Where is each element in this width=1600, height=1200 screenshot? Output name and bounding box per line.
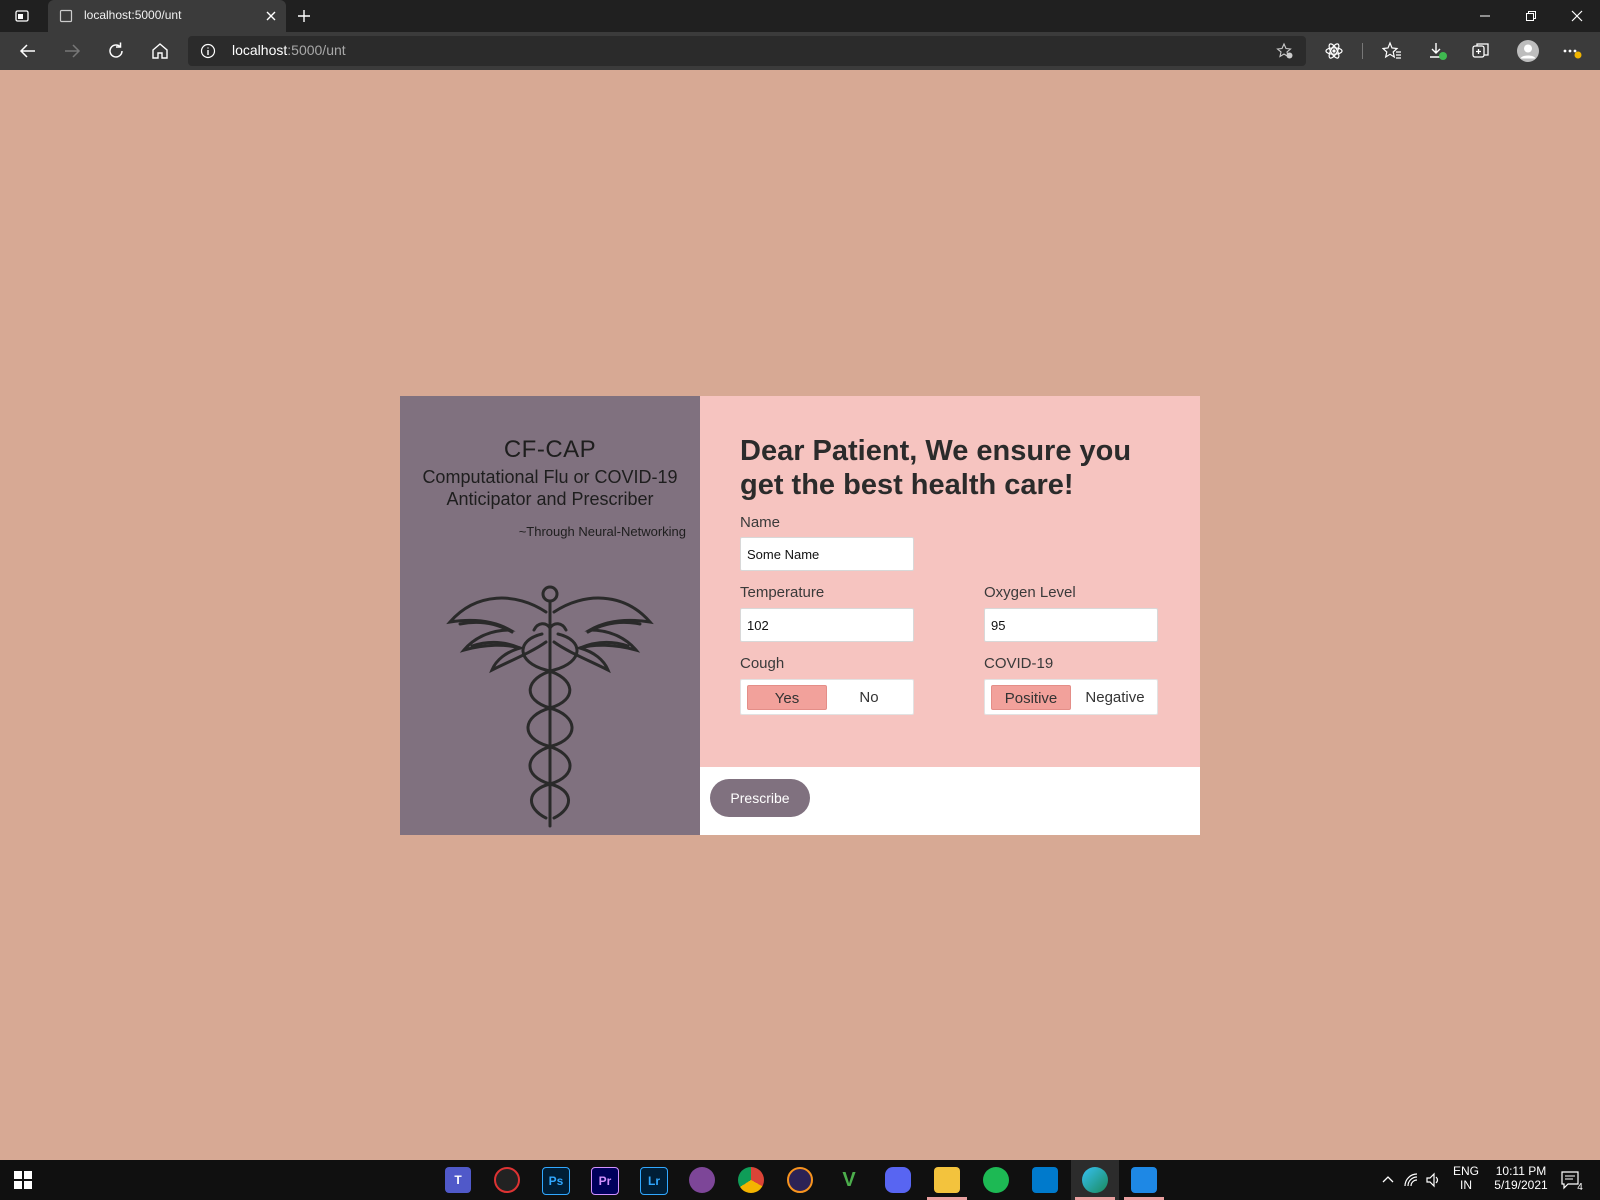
brand-title: CF-CAP [503, 436, 597, 463]
form-headline: Dear Patient, We ensure you get the best… [740, 435, 1132, 501]
file-explorer-icon[interactable] [934, 1167, 960, 1193]
page-favicon-icon [59, 9, 73, 23]
tab-title: localhost:5000/unt [84, 8, 182, 22]
form-panel: Dear Patient, We ensure you get the best… [700, 396, 1200, 767]
brand-tagline: ~Through Neural-Networking [518, 524, 686, 539]
extension-react-icon[interactable] [1324, 41, 1344, 61]
cough-no-option[interactable]: No [829, 685, 909, 710]
name-input[interactable] [740, 537, 914, 571]
browser-tab-bar: localhost:5000/unt [0, 0, 1600, 32]
settings-more-icon[interactable] [1562, 41, 1582, 61]
chrome-icon[interactable] [738, 1167, 764, 1193]
speedtest-icon[interactable] [494, 1167, 520, 1193]
brand-subtitle-line1: Computational Flu or COVID-19 [422, 467, 678, 487]
photoshop-label: Ps [548, 1174, 564, 1188]
network-icon[interactable] [1403, 1172, 1419, 1188]
minimize-icon [1480, 15, 1490, 17]
windows-taskbar: T Ps Pr Lr V ENG IN 10:11 PM 5/19/2021 4 [0, 1160, 1600, 1200]
home-icon[interactable] [150, 41, 170, 61]
temperature-input[interactable] [740, 608, 914, 642]
photoshop-icon[interactable]: Ps [542, 1167, 570, 1195]
refresh-icon[interactable] [106, 41, 126, 61]
close-window-button[interactable] [1554, 0, 1600, 32]
lightroom-icon[interactable]: Lr [640, 1167, 668, 1195]
cough-toggle: Yes No [740, 679, 914, 715]
minimize-button[interactable] [1462, 0, 1508, 32]
covid-toggle: Positive Negative [984, 679, 1158, 715]
temperature-label: Temperature [740, 584, 825, 601]
vim-icon[interactable]: V [836, 1167, 862, 1193]
toolbar-divider [1362, 43, 1363, 59]
brand-subtitle: Computational Flu or COVID-19 Anticipato… [400, 466, 700, 510]
windows-start-icon[interactable] [14, 1171, 32, 1189]
caduceus-icon [446, 585, 654, 828]
prescribe-button[interactable]: Prescribe [710, 779, 810, 817]
back-arrow-icon[interactable] [18, 41, 38, 61]
favorites-icon[interactable] [1382, 41, 1402, 61]
notification-count: 4 [1577, 1182, 1583, 1193]
language-indicator[interactable]: ENG IN [1450, 1164, 1482, 1192]
tab-actions-icon[interactable] [14, 8, 30, 24]
lightroom-label: Lr [648, 1174, 660, 1188]
forward-arrow-icon[interactable] [62, 41, 82, 61]
premiere-icon[interactable]: Pr [591, 1167, 619, 1195]
site-info-icon[interactable] [200, 43, 216, 59]
url-path: :5000/unt [287, 42, 346, 58]
clock[interactable]: 10:11 PM 5/19/2021 [1486, 1164, 1556, 1192]
collections-icon[interactable] [1471, 41, 1491, 61]
tab-close-icon[interactable] [264, 9, 278, 23]
restore-icon [1526, 11, 1536, 21]
covid-positive-option[interactable]: Positive [991, 685, 1071, 710]
name-label: Name [740, 514, 781, 531]
address-bar[interactable]: localhost:5000/unt [188, 36, 1306, 66]
discord-icon[interactable] [885, 1167, 911, 1193]
edge-icon[interactable] [1082, 1167, 1108, 1193]
cough-yes-option[interactable]: Yes [747, 685, 827, 710]
teams-icon[interactable]: T [445, 1167, 471, 1193]
eclipse-icon[interactable] [787, 1167, 813, 1193]
vscode-icon[interactable] [1032, 1167, 1058, 1193]
volume-icon[interactable] [1425, 1172, 1441, 1188]
language-label: ENG [1452, 1164, 1479, 1178]
url-text: localhost:5000/unt [232, 42, 346, 58]
clock-date: 5/19/2021 [1494, 1178, 1548, 1192]
profile-avatar-icon[interactable] [1516, 39, 1540, 63]
clock-time: 10:11 PM [1495, 1164, 1547, 1178]
brand-subtitle-line2: Anticipator and Prescriber [446, 489, 654, 509]
brand-panel: CF-CAP Computational Flu or COVID-19 Ant… [400, 396, 700, 835]
oxygen-level-label: Oxygen Level [984, 584, 1076, 601]
tor-icon[interactable] [689, 1167, 715, 1193]
downloads-icon[interactable] [1428, 41, 1448, 61]
show-hidden-icons-chevron-icon[interactable] [1381, 1173, 1395, 1187]
spotify-icon[interactable] [983, 1167, 1009, 1193]
browser-toolbar: localhost:5000/unt [0, 32, 1600, 70]
media-player-icon[interactable] [1131, 1167, 1157, 1193]
region-label: IN [1460, 1178, 1472, 1192]
new-tab-icon[interactable] [296, 8, 312, 24]
oxygen-level-input[interactable] [984, 608, 1158, 642]
restore-button[interactable] [1508, 0, 1554, 32]
premiere-label: Pr [598, 1174, 612, 1188]
covid-negative-option[interactable]: Negative [1073, 685, 1157, 710]
covid-label: COVID-19 [984, 655, 1054, 672]
close-icon [1571, 10, 1583, 22]
url-host: localhost [232, 42, 288, 58]
add-favorite-icon[interactable] [1276, 42, 1294, 60]
cough-label: Cough [740, 655, 785, 672]
browser-tab-active[interactable]: localhost:5000/unt [48, 0, 286, 32]
app-card: CF-CAP Computational Flu or COVID-19 Ant… [400, 396, 1200, 835]
form-footer: Prescribe [700, 767, 1200, 835]
